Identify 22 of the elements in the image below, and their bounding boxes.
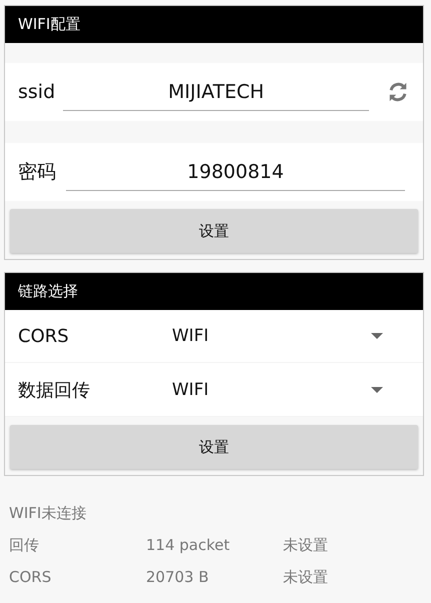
connection-status: WIFI未连接 xyxy=(9,504,88,523)
status-state: 未设置 xyxy=(283,536,328,555)
password-field[interactable]: 19800814 xyxy=(66,154,405,190)
refresh-icon[interactable] xyxy=(387,81,409,103)
ssid-field[interactable]: MIJIATECH xyxy=(63,74,369,110)
status-amount: 20703 B xyxy=(146,568,210,587)
status-name: CORS xyxy=(9,568,52,587)
status-name: 回传 xyxy=(9,536,40,555)
dropdown[interactable]: WIFI xyxy=(172,380,383,400)
status-amount: 114 packet xyxy=(146,536,231,555)
select-label: CORS xyxy=(18,326,70,346)
status-state: 未设置 xyxy=(283,568,328,587)
set-button[interactable]: 设置 xyxy=(10,425,418,469)
select-label: 数据回传 xyxy=(18,378,91,402)
field-label: ssid xyxy=(18,81,56,103)
panel-title: WIFI配置 xyxy=(5,6,423,43)
field-label: 密码 xyxy=(18,160,56,185)
panel-title: 链路选择 xyxy=(5,273,423,310)
set-button[interactable]: 设置 xyxy=(10,209,418,253)
dropdown[interactable]: WIFI xyxy=(172,326,383,346)
caret-icon xyxy=(371,386,383,392)
caret-icon xyxy=(371,333,383,339)
